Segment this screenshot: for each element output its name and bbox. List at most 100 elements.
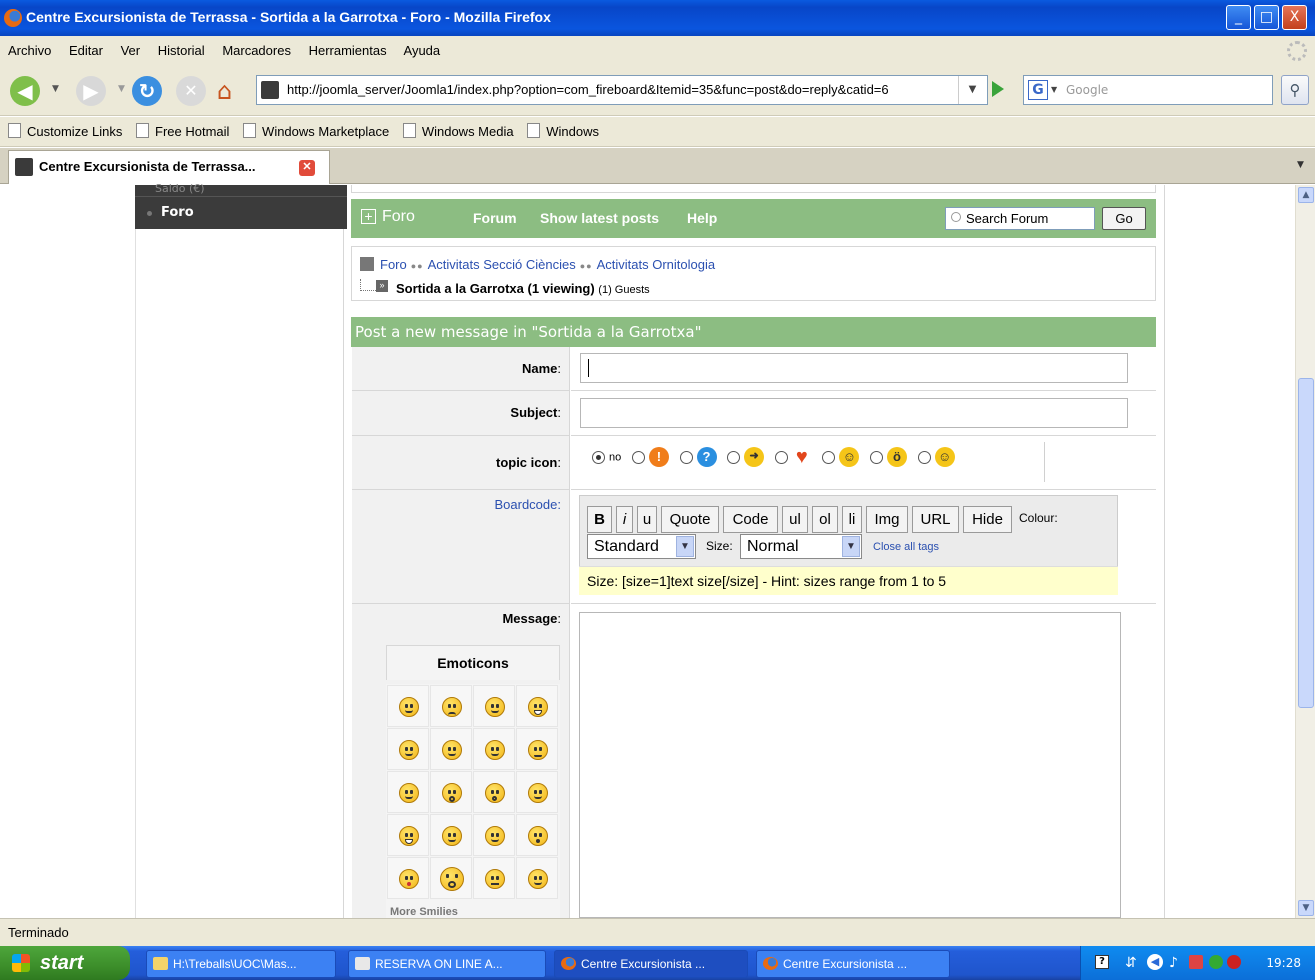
menu-herramientas[interactable]: Herramientas: [309, 43, 387, 58]
bookmark-windows-media[interactable]: Windows Media: [403, 117, 514, 147]
bookmark-windows[interactable]: Windows: [527, 117, 599, 147]
menu-ver[interactable]: Ver: [121, 43, 141, 58]
emoticon-angry-icon[interactable]: [516, 728, 558, 770]
reload-icon[interactable]: ↻: [132, 76, 162, 106]
more-smilies-link[interactable]: More Smilies: [390, 906, 458, 918]
breadcrumb-seccio-ciencies[interactable]: Activitats Secció Ciències: [428, 257, 576, 272]
topic-icon-radio-heart[interactable]: [774, 450, 788, 464]
hide-button[interactable]: Hide: [963, 506, 1012, 533]
forum-link-help[interactable]: Help: [687, 210, 717, 226]
help-tray-icon[interactable]: ?: [1095, 955, 1109, 969]
taskbar-item-reserva[interactable]: RESERVA ON LINE A...: [348, 950, 546, 978]
security-tray-icon[interactable]: [1189, 955, 1203, 969]
img-button[interactable]: Img: [866, 506, 908, 533]
topic-icon-radio-exclamation[interactable]: [631, 450, 645, 464]
breadcrumb-ornitologia[interactable]: Activitats Ornitologia: [597, 257, 716, 272]
underline-button[interactable]: u: [637, 506, 657, 533]
forward-icon[interactable]: ▶: [76, 76, 106, 106]
forum-link-latest-posts[interactable]: Show latest posts: [540, 210, 659, 226]
url-history-dropdown-icon[interactable]: ▼: [958, 76, 986, 104]
colour-select[interactable]: Standard ▼: [587, 534, 696, 559]
forum-link-forum[interactable]: Forum: [473, 210, 517, 226]
ol-button[interactable]: ol: [812, 506, 838, 533]
emoticon-big-shock-icon[interactable]: [430, 857, 472, 899]
forum-search-go-button[interactable]: Go: [1102, 207, 1146, 230]
emoticon-smile-icon[interactable]: [473, 685, 515, 727]
vertical-scrollbar[interactable]: ▲ ▼: [1295, 185, 1315, 918]
li-button[interactable]: li: [842, 506, 862, 533]
emoticon-shock-icon[interactable]: [430, 771, 472, 813]
emoticon-neutral-icon[interactable]: [473, 857, 515, 899]
code-button[interactable]: Code: [723, 506, 778, 533]
start-button[interactable]: start: [0, 946, 130, 980]
home-icon[interactable]: ⌂: [217, 77, 232, 105]
emoticon-confused-icon[interactable]: [473, 814, 515, 856]
topic-icon-radio-grin[interactable]: [822, 450, 836, 464]
scrollbar-thumb[interactable]: [1298, 378, 1314, 708]
bookmark-customize-links[interactable]: Customize Links: [8, 117, 122, 147]
network-tray-icon[interactable]: ⇵: [1125, 946, 1137, 980]
emoticon-worried-icon[interactable]: [516, 857, 558, 899]
search-engine-dropdown-icon[interactable]: ▼: [1051, 76, 1057, 104]
emoticon-kiss-icon[interactable]: [387, 857, 429, 899]
tab-list-dropdown-icon[interactable]: ▼: [1297, 160, 1304, 170]
back-tray-icon[interactable]: ◀: [1147, 954, 1163, 970]
topic-icon-radio-smile[interactable]: [917, 450, 931, 464]
emoticon-tongue-icon[interactable]: [473, 728, 515, 770]
maximize-button[interactable]: □: [1254, 5, 1279, 30]
menu-ayuda[interactable]: Ayuda: [404, 43, 441, 58]
emoticon-blush-icon[interactable]: [387, 771, 429, 813]
back-icon[interactable]: ◀: [10, 76, 40, 106]
update-tray-icon[interactable]: [1209, 955, 1223, 969]
menu-marcadores[interactable]: Marcadores: [222, 43, 291, 58]
url-button[interactable]: URL: [912, 506, 959, 533]
stop-icon[interactable]: ✕: [176, 76, 206, 106]
emoticon-dizzy-icon[interactable]: [516, 771, 558, 813]
forum-logo[interactable]: + Foro: [361, 208, 415, 226]
search-engine-box[interactable]: G ▼ Google: [1023, 75, 1273, 105]
topic-icon-radio-question[interactable]: [679, 450, 693, 464]
taskbar-item-firefox-2[interactable]: Centre Excursionista ...: [756, 950, 950, 978]
ul-button[interactable]: ul: [782, 506, 808, 533]
url-bar[interactable]: http://joomla_server/Joomla1/index.php?o…: [256, 75, 988, 105]
emoticon-laugh-icon[interactable]: [516, 685, 558, 727]
volume-tray-icon[interactable]: ♪: [1169, 946, 1178, 980]
subject-input[interactable]: [580, 398, 1128, 428]
menu-historial[interactable]: Historial: [158, 43, 205, 58]
back-dropdown-icon[interactable]: ▼: [52, 84, 59, 94]
sidebar-item-saldo[interactable]: Saldo (€): [135, 183, 347, 197]
emoticon-cool-icon[interactable]: [387, 685, 429, 727]
emoticon-surprised-icon[interactable]: [473, 771, 515, 813]
antivirus-tray-icon[interactable]: [1227, 955, 1241, 969]
menu-archivo[interactable]: Archivo: [8, 43, 51, 58]
emoticon-wink-icon[interactable]: [430, 728, 472, 770]
breadcrumb-foro[interactable]: Foro: [380, 257, 407, 272]
search-go-icon[interactable]: ⚲: [1281, 75, 1309, 105]
google-icon[interactable]: G: [1028, 80, 1048, 100]
name-input[interactable]: [580, 353, 1128, 383]
forward-dropdown-icon[interactable]: ▼: [118, 84, 125, 94]
emoticon-happy-icon[interactable]: [387, 728, 429, 770]
close-all-tags-link[interactable]: Close all tags: [873, 541, 939, 553]
topic-icon-radio-shock[interactable]: [870, 450, 883, 464]
quote-button[interactable]: Quote: [661, 506, 719, 533]
emoticon-sleepy-icon[interactable]: [430, 814, 472, 856]
sidebar-item-foro[interactable]: Foro: [135, 198, 347, 229]
taskbar-item-firefox-1[interactable]: Centre Excursionista ...: [554, 950, 748, 978]
tab-centre-excursionista[interactable]: Centre Excursionista de Terrassa... ✕: [8, 150, 330, 184]
message-textarea[interactable]: [579, 612, 1121, 918]
emoticon-whistle-icon[interactable]: [516, 814, 558, 856]
scroll-down-icon[interactable]: ▼: [1298, 900, 1314, 916]
go-arrow-icon[interactable]: [992, 81, 1004, 97]
bookmark-windows-marketplace[interactable]: Windows Marketplace: [243, 117, 389, 147]
size-select[interactable]: Normal ▼: [740, 534, 862, 559]
close-tab-icon[interactable]: ✕: [299, 160, 315, 176]
italic-button[interactable]: i: [616, 506, 633, 533]
minimize-button[interactable]: _: [1226, 5, 1251, 30]
close-window-button[interactable]: X: [1282, 5, 1307, 30]
bold-button[interactable]: B: [587, 506, 612, 533]
emoticon-sad-icon[interactable]: [430, 685, 472, 727]
topic-icon-radio-arrow[interactable]: [727, 450, 741, 464]
taskbar-item-folder[interactable]: H:\Treballs\UOC\Mas...: [146, 950, 336, 978]
forum-search-input[interactable]: Search Forum: [945, 207, 1095, 230]
